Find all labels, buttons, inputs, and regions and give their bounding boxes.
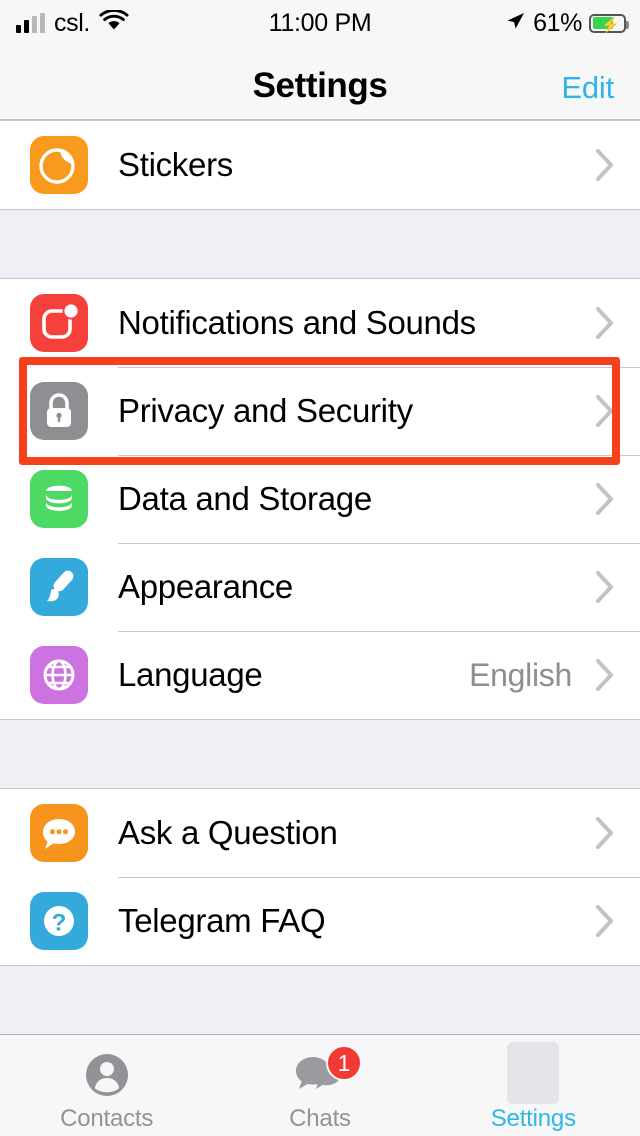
chevron-right-icon <box>596 817 614 849</box>
tab-label: Settings <box>490 1105 576 1132</box>
tab-chats[interactable]: 1 Chats <box>213 1035 426 1136</box>
settings-row-label: Data and Storage <box>118 480 372 517</box>
app-screen: csl. 11:00 PM 61% ⚡ Settings Edit Sticke… <box>0 0 640 1136</box>
database-icon <box>30 470 88 528</box>
settings-group-help: Ask a Question ? Telegram FAQ <box>0 788 640 966</box>
settings-row-appearance[interactable]: Appearance <box>0 543 640 631</box>
chevron-right-icon <box>596 307 614 339</box>
section-gap-1 <box>0 210 640 278</box>
navigation-bar: Settings Edit <box>0 46 640 120</box>
settings-row-label: Telegram FAQ <box>118 902 326 939</box>
settings-row-telegram-faq[interactable]: ? Telegram FAQ <box>0 877 640 965</box>
settings-row-label: Stickers <box>118 146 233 183</box>
faq-icon: ? <box>30 892 88 950</box>
tab-settings[interactable]: Settings <box>427 1035 640 1136</box>
question-bubble-icon <box>30 804 88 862</box>
settings-row-label: Language <box>118 656 263 693</box>
chevron-right-icon <box>596 149 614 181</box>
lock-icon <box>30 382 88 440</box>
chevron-right-icon <box>596 483 614 515</box>
globe-icon <box>30 646 88 704</box>
contacts-person-icon <box>81 1049 133 1101</box>
edit-button[interactable]: Edit <box>561 70 614 106</box>
status-bar: csl. 11:00 PM 61% ⚡ <box>0 0 640 46</box>
chevron-right-icon <box>596 659 614 691</box>
settings-row-privacy-and-security[interactable]: Privacy and Security <box>0 367 640 455</box>
settings-list[interactable]: Stickers Notifications and Sounds Privac… <box>0 120 640 1034</box>
settings-row-ask-a-question[interactable]: Ask a Question <box>0 789 640 877</box>
page-title: Settings <box>252 66 388 105</box>
settings-group-main: Notifications and Sounds Privacy and Sec… <box>0 278 640 720</box>
settings-row-language[interactable]: Language English <box>0 631 640 719</box>
settings-row-label: Appearance <box>118 568 293 605</box>
tab-label: Contacts <box>60 1105 154 1132</box>
tab-bar: Contacts 1 Chats Settings <box>0 1034 640 1136</box>
section-gap-2 <box>0 720 640 788</box>
chevron-right-icon <box>596 571 614 603</box>
clock: 11:00 PM <box>268 8 372 37</box>
settings-row-label: Notifications and Sounds <box>118 304 476 341</box>
chevron-right-icon <box>596 395 614 427</box>
battery-charging-icon: ⚡ <box>589 13 629 34</box>
notifications-icon <box>30 294 88 352</box>
tab-label: Chats <box>289 1105 351 1132</box>
settings-row-stickers[interactable]: Stickers <box>0 121 640 209</box>
location-arrow-icon <box>504 10 526 37</box>
svg-text:?: ? <box>52 910 67 937</box>
battery-percent: 61% <box>533 8 582 37</box>
chats-bubbles-icon: 1 <box>294 1045 362 1101</box>
settings-row-data-and-storage[interactable]: Data and Storage <box>0 455 640 543</box>
chevron-right-icon <box>596 905 614 937</box>
status-bar-right: 61% ⚡ <box>504 0 629 46</box>
tab-contacts[interactable]: Contacts <box>0 1035 213 1136</box>
chats-unread-badge: 1 <box>325 1045 362 1081</box>
settings-row-value: English <box>469 656 572 693</box>
settings-row-notifications-and-sounds[interactable]: Notifications and Sounds <box>0 279 640 367</box>
section-gap-3 <box>0 966 640 1034</box>
settings-row-label: Ask a Question <box>118 814 338 851</box>
sticker-icon <box>30 136 88 194</box>
settings-placeholder-icon <box>507 1042 560 1104</box>
settings-group-stickers: Stickers <box>0 120 640 210</box>
paintbrush-icon <box>30 558 88 616</box>
settings-row-label: Privacy and Security <box>118 392 413 429</box>
